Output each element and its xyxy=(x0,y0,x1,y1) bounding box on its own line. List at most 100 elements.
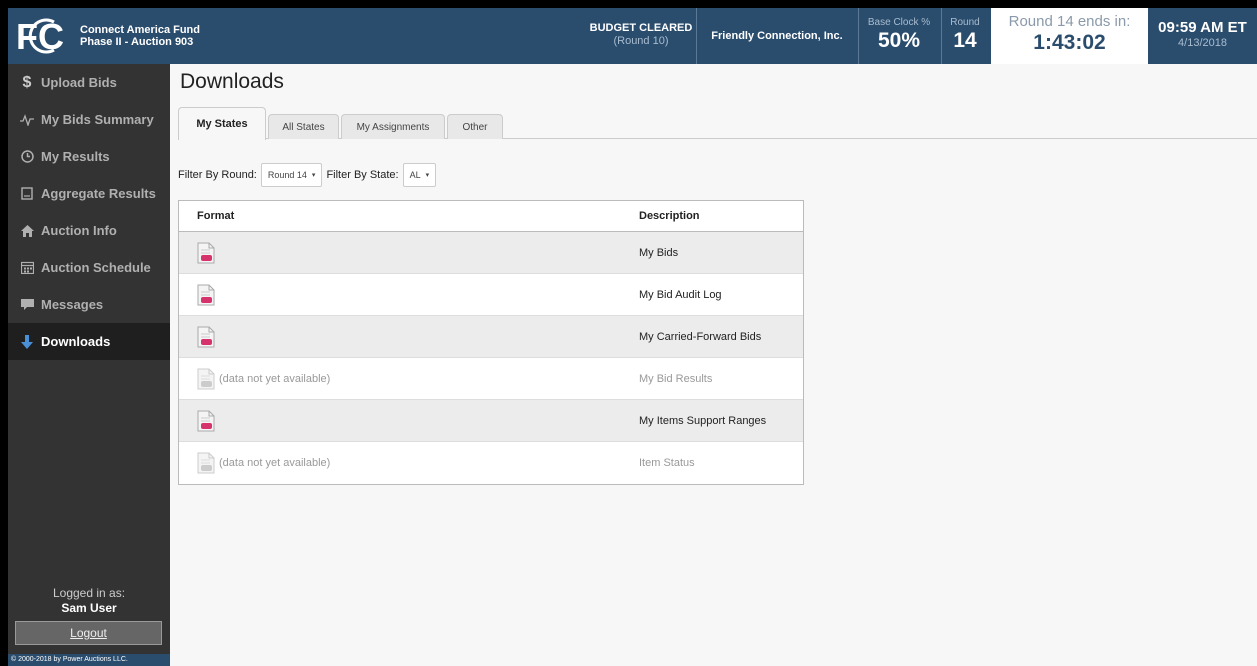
description-cell: My Bids xyxy=(639,246,679,259)
format-cell xyxy=(179,242,639,264)
csv-file-disabled-icon xyxy=(197,368,215,389)
format-cell xyxy=(179,284,639,306)
logout-button[interactable]: Logout xyxy=(15,621,162,645)
sidebar: $ Upload Bids My Bids Summary My Results… xyxy=(8,64,170,666)
description-cell: My Bid Results xyxy=(639,372,713,385)
sidebar-item-auction-schedule[interactable]: Auction Schedule xyxy=(8,249,170,286)
base-clock: Base Clock % 50% xyxy=(859,17,939,53)
base-clock-label: Base Clock % xyxy=(867,17,931,28)
fcc-logo: FC xyxy=(12,14,74,58)
main-content: Downloads My States All States My Assign… xyxy=(170,64,1257,666)
logged-in-info: Logged in as: Sam User xyxy=(8,586,170,615)
table-row: (data not yet available) Item Status xyxy=(179,442,803,484)
description-cell: My Bid Audit Log xyxy=(639,288,722,301)
tab-other[interactable]: Other xyxy=(447,114,503,139)
download-arrow-icon xyxy=(19,334,35,349)
caret-down-icon: ▾ xyxy=(311,172,316,179)
sidebar-item-label: Auction Info xyxy=(41,223,117,238)
page-title: Downloads xyxy=(180,70,284,93)
not-available-text: (data not yet available) xyxy=(219,457,331,469)
description-cell: My Items Support Ranges xyxy=(639,414,767,427)
sidebar-item-upload-bids[interactable]: $ Upload Bids xyxy=(8,64,170,101)
dollar-icon: $ xyxy=(22,73,32,91)
round-indicator: Round 14 xyxy=(943,17,987,53)
sidebar-item-downloads[interactable]: Downloads xyxy=(8,323,170,360)
description-cell: Item Status xyxy=(639,457,695,469)
filter-state-label: Filter By State: xyxy=(326,169,399,181)
sidebar-item-aggregate-results[interactable]: Aggregate Results xyxy=(8,175,170,212)
round-label: Round xyxy=(950,17,980,28)
table-row: My Items Support Ranges xyxy=(179,400,803,442)
sidebar-item-my-bids-summary[interactable]: My Bids Summary xyxy=(8,101,170,138)
format-cell: (data not yet available) xyxy=(179,452,639,474)
header-divider xyxy=(941,8,942,64)
round-select[interactable]: Round 14 ▾ xyxy=(260,163,323,187)
caret-down-icon: ▾ xyxy=(425,172,430,179)
tab-bar: My States All States My Assignments Othe… xyxy=(178,107,1257,140)
table-row: My Bids xyxy=(179,232,803,274)
csv-file-icon[interactable] xyxy=(197,284,215,306)
clipboard-icon xyxy=(19,187,35,200)
table-row: (data not yet available) My Bid Results xyxy=(179,358,803,400)
csv-file-icon[interactable] xyxy=(197,410,215,432)
pulse-icon xyxy=(19,113,35,126)
round-value: 14 xyxy=(953,29,977,52)
header-divider xyxy=(696,8,697,64)
current-date-value: 4/13/2018 xyxy=(1178,37,1227,49)
format-cell xyxy=(179,410,639,432)
tab-all-states[interactable]: All States xyxy=(268,114,339,139)
sidebar-item-label: My Results xyxy=(41,149,110,164)
csv-file-icon[interactable] xyxy=(197,242,215,264)
user-name: Sam User xyxy=(61,601,117,615)
round-select-value: Round 14 xyxy=(267,170,307,180)
format-cell: (data not yet available) xyxy=(179,368,639,390)
current-time: 09:59 AM ET 4/13/2018 xyxy=(1148,19,1257,49)
sidebar-item-label: Upload Bids xyxy=(41,75,117,90)
clock-icon xyxy=(19,150,35,163)
budget-status-label: BUDGET CLEARED xyxy=(589,22,693,34)
tab-my-assignments[interactable]: My Assignments xyxy=(341,114,445,139)
budget-status: BUDGET CLEARED (Round 10) xyxy=(586,22,696,47)
base-clock-value: 50% xyxy=(877,29,921,52)
auction-title: Connect America Fund Phase II - Auction … xyxy=(80,24,200,48)
tab-my-states[interactable]: My States xyxy=(178,107,266,140)
table-row: My Carried-Forward Bids xyxy=(179,316,803,358)
auction-title-line2: Phase II - Auction 903 xyxy=(80,36,194,48)
copyright-notice: © 2000-2018 by Power Auctions LLC. xyxy=(8,654,170,666)
state-select-value: AL xyxy=(409,170,421,180)
sidebar-item-auction-info[interactable]: Auction Info xyxy=(8,212,170,249)
sidebar-item-label: My Bids Summary xyxy=(41,112,154,127)
auction-title-line1: Connect America Fund xyxy=(80,24,200,36)
filter-bar: Filter By Round: Round 14 ▾ Filter By St… xyxy=(178,163,440,187)
column-header-description: Description xyxy=(639,210,700,222)
home-icon xyxy=(19,224,35,237)
csv-file-icon[interactable] xyxy=(197,326,215,348)
downloads-table: Format Description My Bids My Bid Audit … xyxy=(178,200,804,485)
calendar-icon xyxy=(19,261,35,274)
sidebar-item-label: Downloads xyxy=(41,334,111,349)
not-available-text: (data not yet available) xyxy=(219,372,331,385)
table-header: Format Description xyxy=(179,201,803,232)
format-cell xyxy=(179,326,639,348)
sidebar-item-my-results[interactable]: My Results xyxy=(8,138,170,175)
column-header-format: Format xyxy=(197,210,235,222)
company-name: Friendly Connection, Inc. xyxy=(711,30,843,42)
description-cell: My Carried-Forward Bids xyxy=(639,330,762,343)
budget-status-round: (Round 10) xyxy=(613,35,669,47)
logged-in-label: Logged in as: xyxy=(52,586,126,600)
current-time-value: 09:59 AM ET xyxy=(1158,19,1247,36)
chat-icon xyxy=(19,298,35,311)
round-countdown: Round 14 ends in: 1:43:02 xyxy=(991,8,1148,64)
sidebar-item-label: Messages xyxy=(41,297,104,312)
top-header: FC Connect America Fund Phase II - Aucti… xyxy=(8,8,1257,64)
countdown-label: Round 14 ends in: xyxy=(1008,13,1131,30)
app-frame: FC Connect America Fund Phase II - Aucti… xyxy=(8,8,1257,666)
state-select[interactable]: AL ▾ xyxy=(402,163,437,187)
csv-file-disabled-icon xyxy=(197,452,215,474)
countdown-value: 1:43:02 xyxy=(1033,31,1106,54)
table-row: My Bid Audit Log xyxy=(179,274,803,316)
filter-round-label: Filter By Round: xyxy=(178,169,257,181)
sidebar-item-label: Auction Schedule xyxy=(41,260,151,275)
sidebar-item-messages[interactable]: Messages xyxy=(8,286,170,323)
sidebar-item-label: Aggregate Results xyxy=(41,186,156,201)
